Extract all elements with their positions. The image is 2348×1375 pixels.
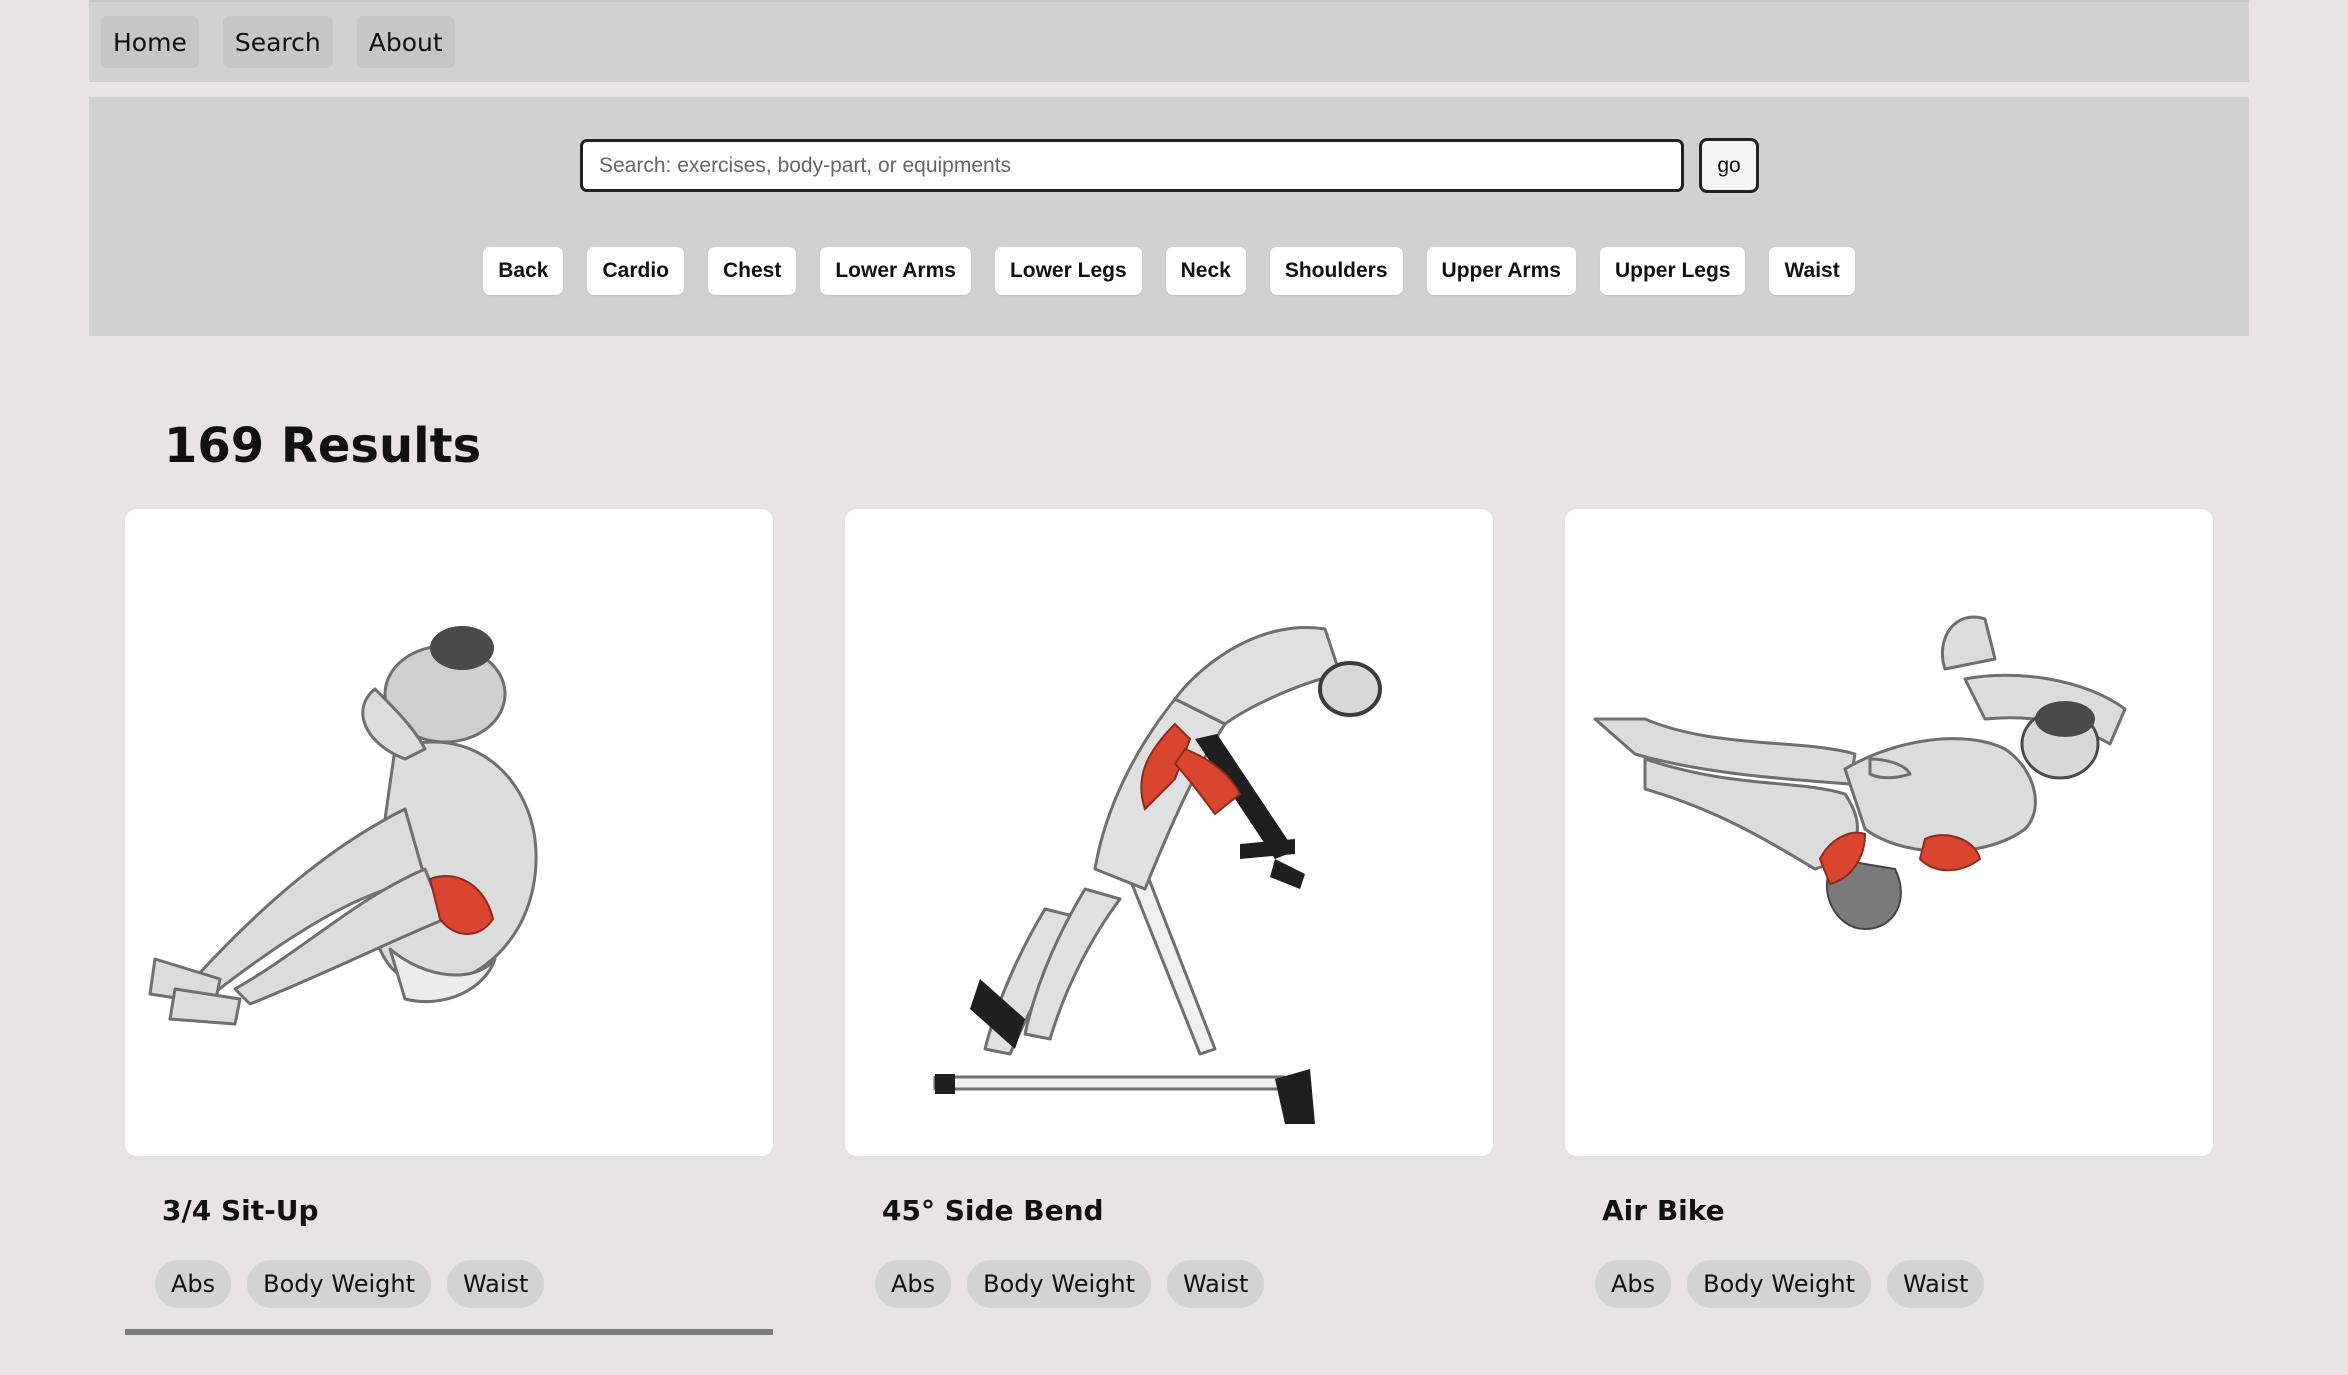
side-bend-illustration [933,626,1382,1124]
top-nav: Home Search About [89,0,2249,82]
nav-search-link[interactable]: Search [222,16,333,68]
card-hover-underline [125,1329,773,1335]
exercise-card[interactable]: Air Bike Abs Body Weight Waist [1565,509,2213,1308]
tag-equipment[interactable]: Body Weight [967,1260,1151,1308]
tag-body-part[interactable]: Waist [1166,1260,1265,1308]
filter-chip-back[interactable]: Back [483,247,564,295]
filter-chip-cardio[interactable]: Cardio [587,247,684,295]
search-input[interactable]: Search: exercises, body-part, or equipme… [580,139,1684,192]
go-button[interactable]: go [1699,138,1759,193]
search-panel: Search: exercises, body-part, or equipme… [89,97,2249,336]
filter-chip-lower-arms[interactable]: Lower Arms [820,247,971,295]
exercise-card[interactable]: 3/4 Sit-Up Abs Body Weight Waist [125,509,773,1335]
exercise-name: 45° Side Bend [882,1194,1104,1227]
filter-chip-shoulders[interactable]: Shoulders [1269,247,1403,295]
exercise-tags: Abs Body Weight Waist [875,1260,1493,1308]
tag-target[interactable]: Abs [1595,1260,1672,1308]
exercise-image-air-bike[interactable] [1565,509,2213,1156]
nav-about-link[interactable]: About [356,16,455,68]
tag-target[interactable]: Abs [875,1260,952,1308]
filter-chip-neck[interactable]: Neck [1165,247,1246,295]
exercise-tags: Abs Body Weight Waist [1595,1260,2213,1308]
exercise-image-side-bend[interactable] [845,509,1493,1156]
filter-chip-chest[interactable]: Chest [707,247,797,295]
nav-home-link[interactable]: Home [101,16,199,68]
body-part-filters: Back Cardio Chest Lower Arms Lower Legs … [89,247,2249,295]
results-count-heading: 169 Results [164,418,482,474]
exercise-image-sit-up[interactable] [125,509,773,1156]
exercise-name: Air Bike [1602,1194,1725,1227]
tag-equipment[interactable]: Body Weight [1687,1260,1871,1308]
tag-target[interactable]: Abs [155,1260,232,1308]
tag-body-part[interactable]: Waist [446,1260,545,1308]
exercise-name: 3/4 Sit-Up [162,1194,319,1227]
tag-equipment[interactable]: Body Weight [247,1260,431,1308]
air-bike-illustration [1593,615,2127,931]
sit-up-illustration [148,626,538,1026]
filter-chip-waist[interactable]: Waist [1769,247,1855,295]
filter-chip-upper-arms[interactable]: Upper Arms [1426,247,1576,295]
exercise-tags: Abs Body Weight Waist [155,1260,773,1308]
filter-chip-lower-legs[interactable]: Lower Legs [994,247,1142,295]
tag-body-part[interactable]: Waist [1886,1260,1985,1308]
filter-chip-upper-legs[interactable]: Upper Legs [1599,247,1746,295]
exercise-card[interactable]: 45° Side Bend Abs Body Weight Waist [845,509,1493,1308]
